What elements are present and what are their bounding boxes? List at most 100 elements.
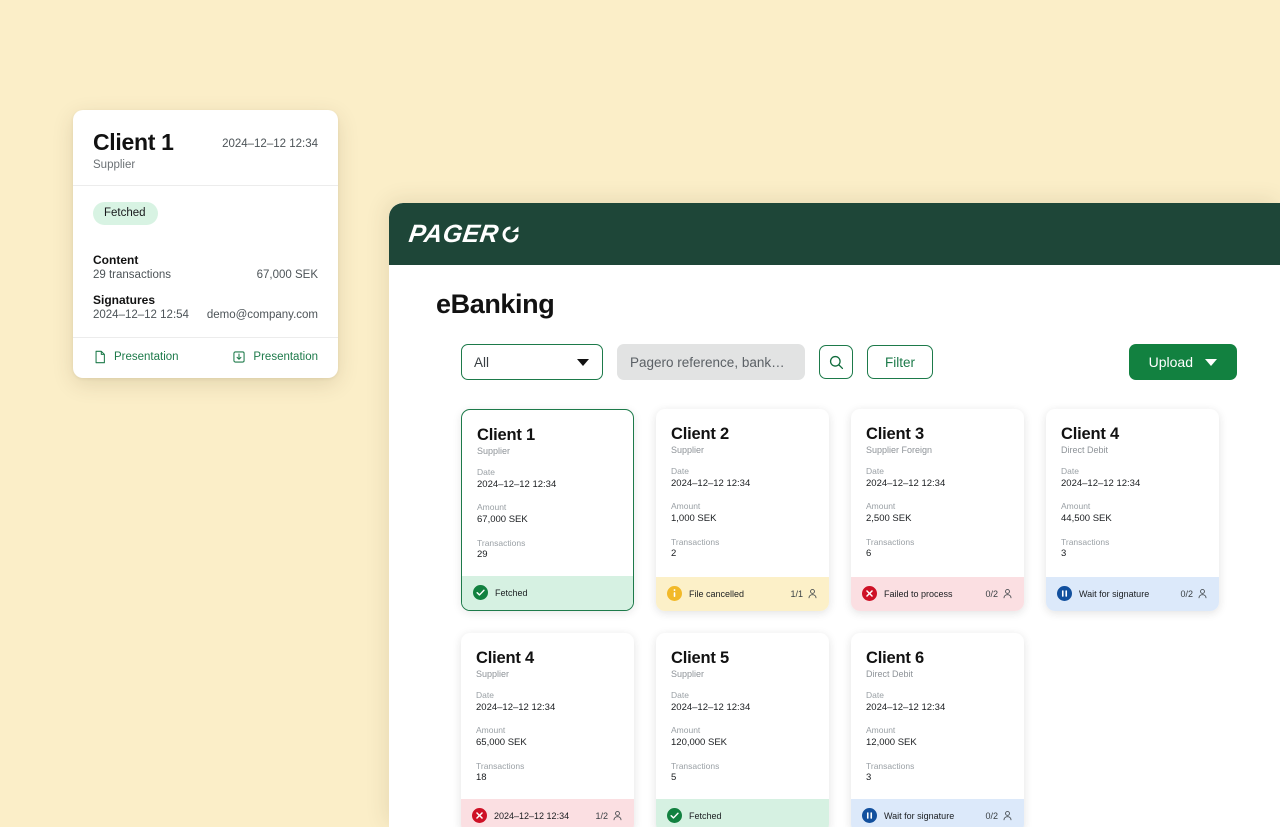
file-card-body: Client 6 Direct Debit Date 2024–12–12 12… [851,633,1024,799]
file-card-body: Client 2 Supplier Date 2024–12–12 12:34 … [656,409,829,577]
signature-count-value: 0/2 [985,588,998,599]
file-card-date-field: Date 2024–12–12 12:34 [671,690,814,714]
file-card-status-text: 2024–12–12 12:34 [494,810,570,821]
signature-count: 1/1 [790,588,818,599]
presentation-view-label: Presentation [114,350,179,363]
presentation-view-button[interactable]: Presentation [93,350,179,364]
file-card-status-bar: File cancelled 1/1 [656,576,829,611]
date-value: 2024–12–12 12:34 [866,477,946,489]
detail-content-block: Content 29 transactions 67,000 SEK [93,253,318,281]
date-label: Date [476,690,494,701]
date-value: 2024–12–12 12:34 [1061,477,1141,489]
file-card-status-bar: Fetched [462,575,633,610]
detail-signatures-label: Signatures [93,292,156,307]
file-card[interactable]: Client 2 Supplier Date 2024–12–12 12:34 … [656,409,829,611]
file-card-subtitle: Direct Debit [866,669,914,680]
download-icon [232,350,246,364]
page-title: eBanking [436,289,555,319]
chevron-down-icon [1205,358,1217,366]
file-card-status-text: File cancelled [689,588,745,599]
date-value: 2024–12–12 12:34 [671,477,751,489]
file-card-date-field: Date 2024–12–12 12:34 [866,690,1009,714]
amount-label: Amount [476,725,506,736]
file-card-subtitle: Supplier Foreign [866,445,933,456]
transactions-value: 3 [1061,548,1067,560]
filter-button[interactable]: Filter [867,345,933,379]
file-card[interactable]: Client 4 Direct Debit Date 2024–12–12 12… [1046,409,1219,611]
detail-footer: Presentation Presentation [73,338,338,378]
transactions-label: Transactions [866,760,915,771]
transactions-value: 6 [866,548,872,560]
file-card[interactable]: Client 6 Direct Debit Date 2024–12–12 12… [851,632,1024,827]
signature-count-value: 1/2 [595,810,608,821]
person-icon [1002,810,1013,821]
detail-header: Client 1 Supplier 2024–12–12 12:34 [73,110,338,186]
transactions-value: 2 [671,548,677,560]
file-card-transactions-field: Transactions 6 [866,537,1009,561]
app-topbar: PAGER [389,203,1280,265]
file-card[interactable]: Client 1 Supplier Date 2024–12–12 12:34 … [461,409,634,611]
date-label: Date [866,466,884,477]
file-card-date-field: Date 2024–12–12 12:34 [1061,466,1204,490]
person-icon [1197,588,1208,599]
signature-count: 0/2 [1180,588,1208,599]
file-card-status-bar: Fetched [656,798,829,827]
file-card-title: Client 2 [671,425,729,443]
file-card-status-bar: Wait for signature 0/2 [851,798,1024,827]
file-card-status-bar: Wait for signature 0/2 [1046,576,1219,611]
document-icon [93,350,107,364]
presentation-download-label: Presentation [253,350,318,363]
file-card-status-text: Fetched [495,587,528,598]
check-circle-icon [473,585,488,601]
file-card-transactions-field: Transactions 5 [671,761,814,785]
amount-value: 1,000 SEK [671,512,717,524]
amount-label: Amount [671,725,701,736]
detail-body: Fetched Content 29 transactions 67,000 S… [73,186,338,338]
file-detail-panel: Client 1 Supplier 2024–12–12 12:34 Fetch… [73,110,338,378]
file-card-title: Client 6 [866,648,924,667]
file-card-title: Client 1 [477,426,535,444]
file-card-transactions-field: Transactions 18 [476,761,619,785]
pagero-logo-text: PAGER [407,219,501,248]
detail-content-amount: 67,000 SEK [256,268,318,281]
search-button[interactable] [819,345,853,379]
file-card[interactable]: Client 4 Supplier Date 2024–12–12 12:34 … [461,632,634,827]
file-card-date-field: Date 2024–12–12 12:34 [671,466,814,490]
pause-circle-icon [862,808,877,824]
type-filter-select[interactable]: All [461,344,603,380]
file-card-date-field: Date 2024–12–12 12:34 [866,466,1009,490]
date-value: 2024–12–12 12:34 [866,701,946,713]
file-card-title: Client 5 [671,648,729,667]
check-circle-icon [667,808,682,824]
search-input[interactable] [617,344,805,380]
file-card-date-field: Date 2024–12–12 12:34 [476,690,619,714]
upload-button-label: Upload [1148,354,1193,370]
transactions-label: Transactions [866,536,915,547]
file-card-title: Client 4 [1061,425,1119,443]
upload-button[interactable]: Upload [1128,344,1237,380]
transactions-value: 18 [476,772,487,784]
file-card-title: Client 4 [476,648,534,667]
file-card-transactions-field: Transactions 29 [477,538,618,562]
amount-value: 44,500 SEK [1061,512,1112,524]
file-card-amount-field: Amount 67,000 SEK [477,502,618,526]
transactions-label: Transactions [476,760,525,771]
file-card[interactable]: Client 3 Supplier Foreign Date 2024–12–1… [851,409,1024,611]
search-icon [828,354,845,371]
file-card-status-bar: Failed to process 0/2 [851,576,1024,611]
amount-value: 12,000 SEK [866,736,917,748]
presentation-download-button[interactable]: Presentation [232,350,318,364]
detail-date: 2024–12–12 12:34 [222,138,318,150]
transactions-value: 29 [477,549,488,561]
pagero-logo[interactable]: PAGER [407,219,520,249]
file-card-status-text: Failed to process [884,588,953,599]
file-card-amount-field: Amount 2,500 SEK [866,501,1009,525]
pagero-o-mark-icon [501,225,520,244]
file-card[interactable]: Client 5 Supplier Date 2024–12–12 12:34 … [656,632,829,827]
file-card-amount-field: Amount 120,000 SEK [671,725,814,749]
file-card-body: Client 4 Supplier Date 2024–12–12 12:34 … [461,633,634,799]
file-card-subtitle: Supplier [476,669,510,680]
file-card-status-text: Wait for signature [1079,588,1150,599]
signature-count-value: 0/2 [985,810,998,821]
file-card-amount-field: Amount 44,500 SEK [1061,501,1204,525]
